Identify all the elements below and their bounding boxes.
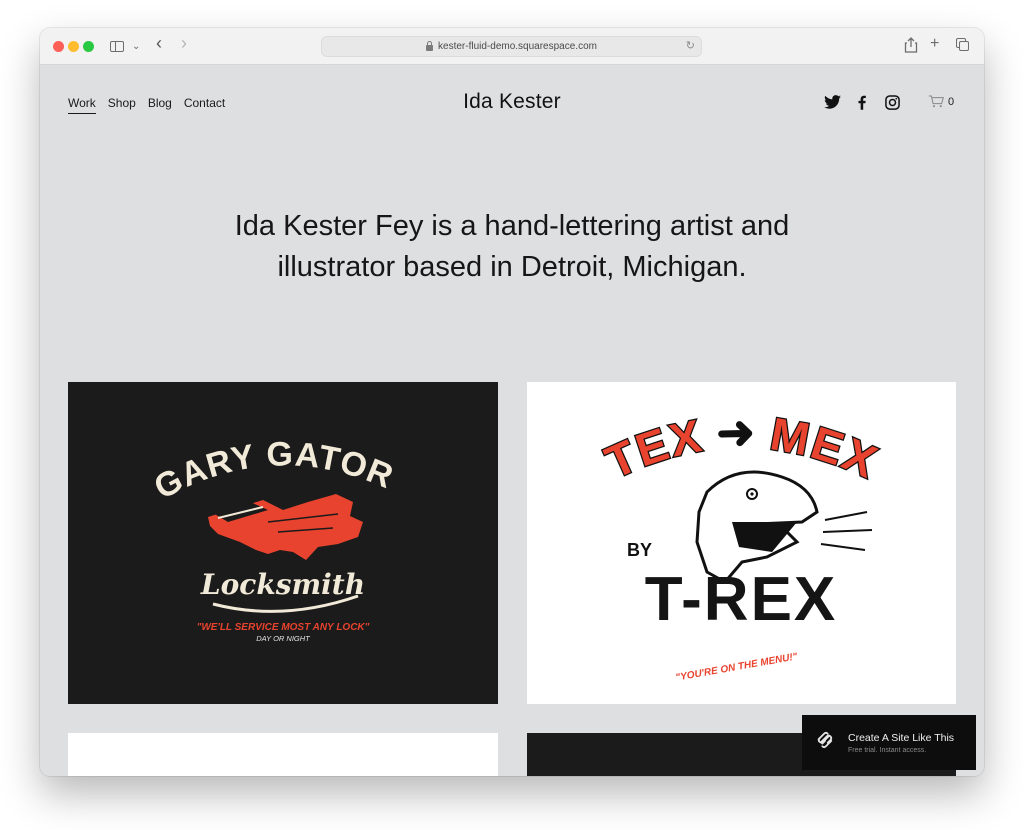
banner-subtitle: Free trial. Instant access. (848, 746, 927, 754)
by-text: BY (627, 540, 652, 560)
squarespace-logo-icon (816, 731, 834, 754)
address-bar[interactable]: kester-fluid-demo.squarespace.com ↻ (321, 36, 702, 57)
gallery-item-tex-mex[interactable]: TEX ➜ MEX BY T-REX "YOU'RE ON THE MENU!" (527, 382, 956, 704)
intro-line-2: illustrator based in Detroit, Michigan. (277, 251, 747, 283)
gallery-item-3[interactable] (68, 733, 498, 776)
minimize-window-button[interactable] (68, 41, 79, 52)
svg-text:GARY GATORS: GARY GATORS (68, 382, 399, 507)
url-text: kester-fluid-demo.squarespace.com (438, 41, 597, 52)
browser-toolbar: ⌄ ‹ › kester-fluid-demo.squarespace.com … (40, 28, 984, 65)
new-tab-icon[interactable]: + (930, 35, 939, 53)
cart-icon (928, 95, 944, 108)
intro-text: Ida Kester Fey is a hand-lettering artis… (40, 206, 984, 288)
lock-icon (426, 40, 434, 51)
gary-gators-title: GARY GATORS (68, 382, 398, 507)
gary-gators-subline: DAY OR NIGHT (256, 634, 311, 643)
create-site-banner[interactable]: Create A Site Like This Free trial. Inst… (802, 715, 976, 770)
close-window-button[interactable] (53, 41, 64, 52)
browser-window: ⌄ ‹ › kester-fluid-demo.squarespace.com … (40, 28, 984, 776)
site-title[interactable]: Ida Kester (40, 90, 984, 114)
twitter-icon[interactable] (824, 95, 841, 109)
banner-title: Create A Site Like This (848, 731, 955, 744)
tex-text: TEX (598, 409, 708, 489)
sidebar-icon[interactable] (110, 41, 124, 52)
back-icon[interactable]: ‹ (156, 34, 162, 52)
t-rex-brand: T-REX (645, 565, 838, 634)
chevron-down-icon[interactable]: ⌄ (132, 38, 140, 56)
cart-button[interactable]: 0 (928, 95, 954, 108)
cart-count: 0 (948, 95, 955, 108)
intro-line-1: Ida Kester Fey is a hand-lettering artis… (234, 210, 790, 242)
web-page: Work Shop Blog Contact Ida Kester 0 Ida … (40, 66, 984, 776)
zoom-window-button[interactable] (83, 41, 94, 52)
instagram-icon[interactable] (885, 95, 900, 110)
alligator-illustration (208, 494, 363, 560)
gary-gators-tagline: "WE'LL SERVICE MOST ANY LOCK" (197, 622, 370, 633)
tabs-overview-icon[interactable] (956, 38, 972, 54)
tex-mex-tagline: "YOU'RE ON THE MENU!" (675, 651, 799, 683)
forward-icon[interactable]: › (181, 34, 187, 52)
facebook-icon[interactable] (858, 95, 866, 110)
tex-mex-artwork: TEX ➜ MEX BY T-REX "YOU'RE ON THE MENU!" (597, 406, 886, 684)
locksmith-script: Locksmith (200, 568, 365, 601)
gary-gators-artwork: GARY GATORS Locksmith "WE'LL SERVICE MOS… (68, 382, 399, 643)
share-icon[interactable] (904, 37, 918, 57)
mex-text: MEX (767, 407, 886, 488)
banner-text: Create A Site Like This Free trial. Inst… (848, 732, 954, 754)
reload-icon[interactable]: ↻ (686, 39, 695, 52)
gallery-item-gary-gators[interactable]: GARY GATORS Locksmith "WE'LL SERVICE MOS… (68, 382, 498, 704)
